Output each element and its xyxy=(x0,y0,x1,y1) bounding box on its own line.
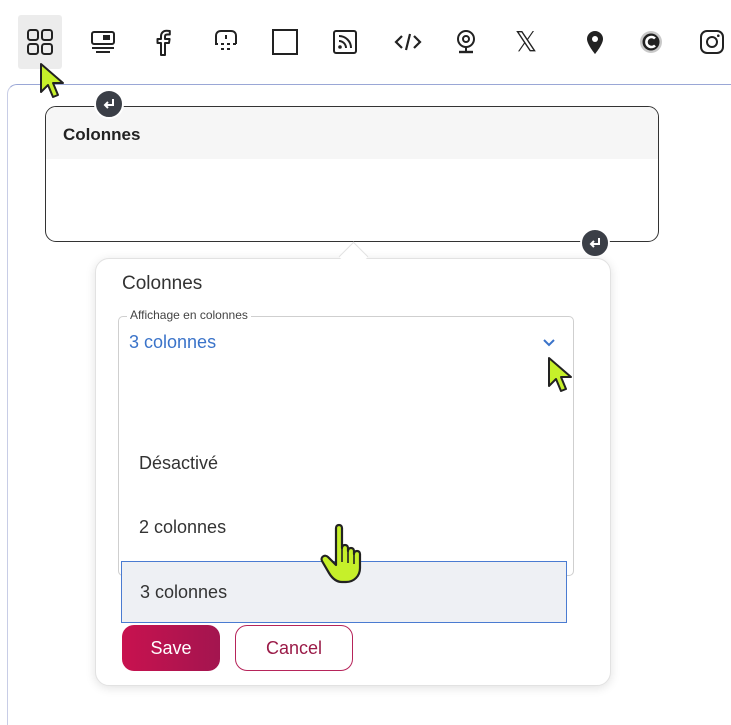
location-button[interactable] xyxy=(573,15,617,69)
insert-before-button[interactable] xyxy=(94,89,124,119)
snippet-button[interactable] xyxy=(204,15,248,69)
snippet-icon xyxy=(215,30,237,50)
enter-icon xyxy=(589,238,600,248)
rss-icon xyxy=(333,30,357,54)
rss-button[interactable] xyxy=(323,15,367,69)
facebook-button[interactable] xyxy=(141,15,185,69)
instagram-button[interactable] xyxy=(690,15,731,69)
x-button[interactable]: 𝕏 xyxy=(504,15,548,69)
c-logo-button[interactable] xyxy=(629,15,673,69)
select-current-value[interactable]: 3 colonnes xyxy=(129,332,216,353)
columns-settings-popover: Colonnes Affichage en colonnes 3 colonne… xyxy=(95,258,611,686)
location-pin-icon xyxy=(587,31,603,54)
popover-title: Colonnes xyxy=(122,273,203,294)
webcam-button[interactable] xyxy=(444,15,488,69)
webcam-icon xyxy=(457,30,475,54)
columns-block[interactable]: Colonnes xyxy=(45,106,659,242)
facebook-icon xyxy=(156,29,171,56)
square-button[interactable] xyxy=(263,15,307,69)
select-label: Affichage en colonnes xyxy=(127,308,251,322)
columns-button[interactable] xyxy=(18,15,62,69)
c-logo-icon xyxy=(640,31,662,53)
embed-button[interactable] xyxy=(81,15,125,69)
arrow-cursor-icon xyxy=(40,63,64,98)
block-title: Colonnes xyxy=(46,107,658,159)
insert-after-button[interactable] xyxy=(580,228,610,258)
enter-icon xyxy=(103,99,114,109)
hand-cursor-icon xyxy=(320,523,362,584)
option-desactive[interactable]: Désactivé xyxy=(121,432,567,494)
save-button[interactable]: Save xyxy=(122,625,220,671)
toolbar: 𝕏 xyxy=(0,0,731,86)
columns-icon xyxy=(27,29,53,55)
instagram-icon xyxy=(700,30,724,54)
chevron-down-icon[interactable] xyxy=(541,335,557,351)
x-icon: 𝕏 xyxy=(514,25,538,58)
arrow-cursor-icon xyxy=(548,357,572,392)
code-icon xyxy=(394,33,422,51)
cancel-button[interactable]: Cancel xyxy=(235,625,353,671)
embed-icon xyxy=(91,31,115,53)
code-button[interactable] xyxy=(386,15,430,69)
square-icon xyxy=(272,29,298,55)
